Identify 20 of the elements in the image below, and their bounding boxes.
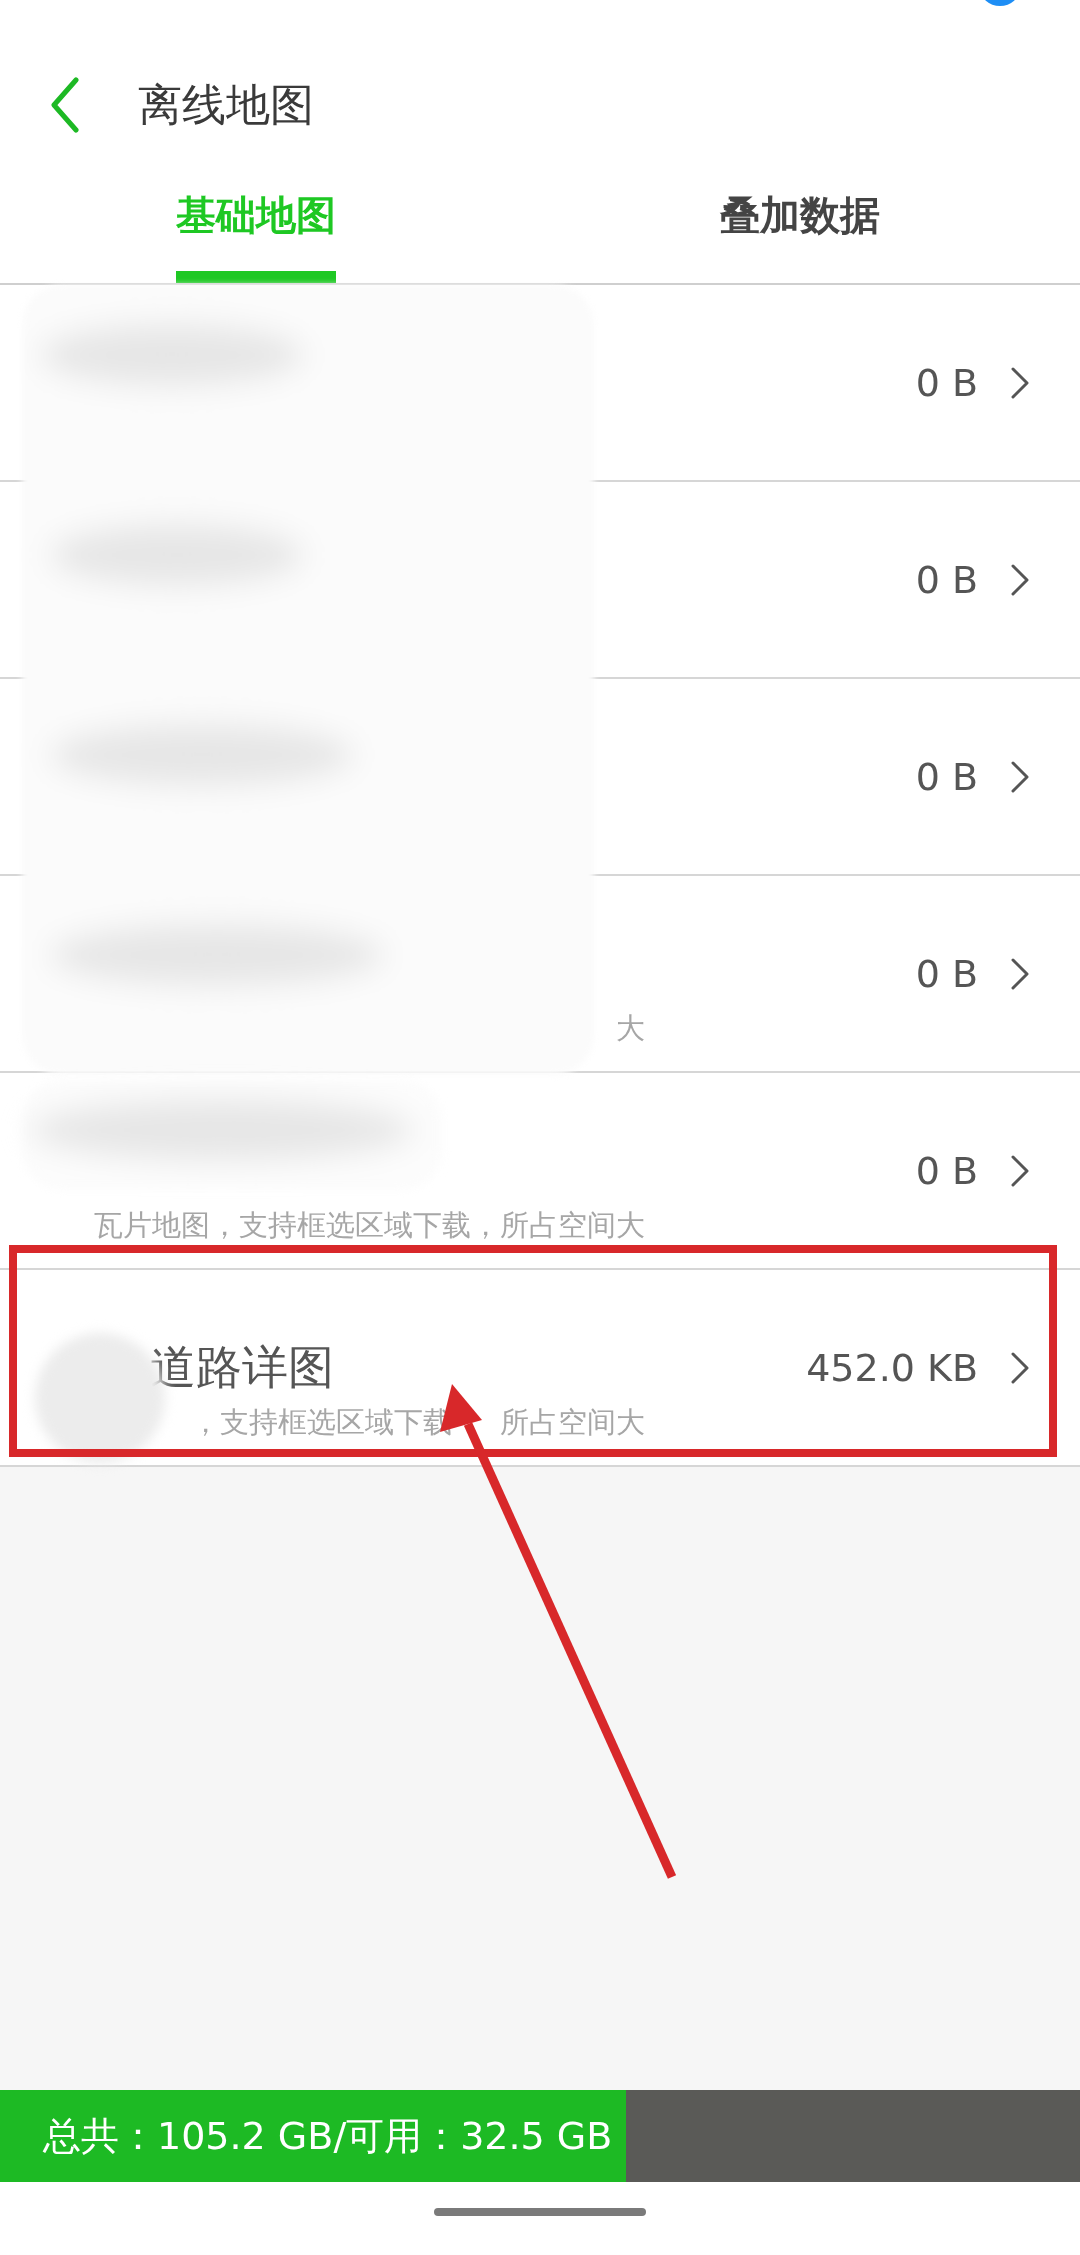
chevron-right-icon[interactable] xyxy=(1010,1153,1030,1188)
map-size: 0 B xyxy=(915,951,978,996)
chevron-right-icon[interactable] xyxy=(1010,365,1030,400)
map-size: 0 B xyxy=(915,557,978,602)
page-title: 离线地图 xyxy=(138,77,314,132)
map-description: 所占空间大 xyxy=(500,1404,645,1441)
back-icon[interactable] xyxy=(50,77,80,133)
map-description: 瓦片地图，支持框选区域下载，所占空间大 xyxy=(94,1207,645,1244)
chevron-right-icon[interactable] xyxy=(1010,759,1030,794)
map-size: 0 B xyxy=(915,360,978,405)
map-name: 道路详图 xyxy=(150,1339,334,1396)
tab[interactable]: 叠加数据 xyxy=(719,188,880,283)
storage-text: 总共：105.2 GB/可用：32.5 GB xyxy=(42,2112,613,2160)
map-description: 大 xyxy=(616,1010,645,1047)
chevron-right-icon[interactable] xyxy=(1010,562,1030,597)
chevron-right-icon[interactable] xyxy=(1010,1350,1030,1385)
map-size: 0 B xyxy=(915,754,978,799)
map-size: 452.0 KB xyxy=(806,1345,978,1390)
map-size: 0 B xyxy=(915,1148,978,1193)
chevron-right-icon[interactable] xyxy=(1010,956,1030,991)
